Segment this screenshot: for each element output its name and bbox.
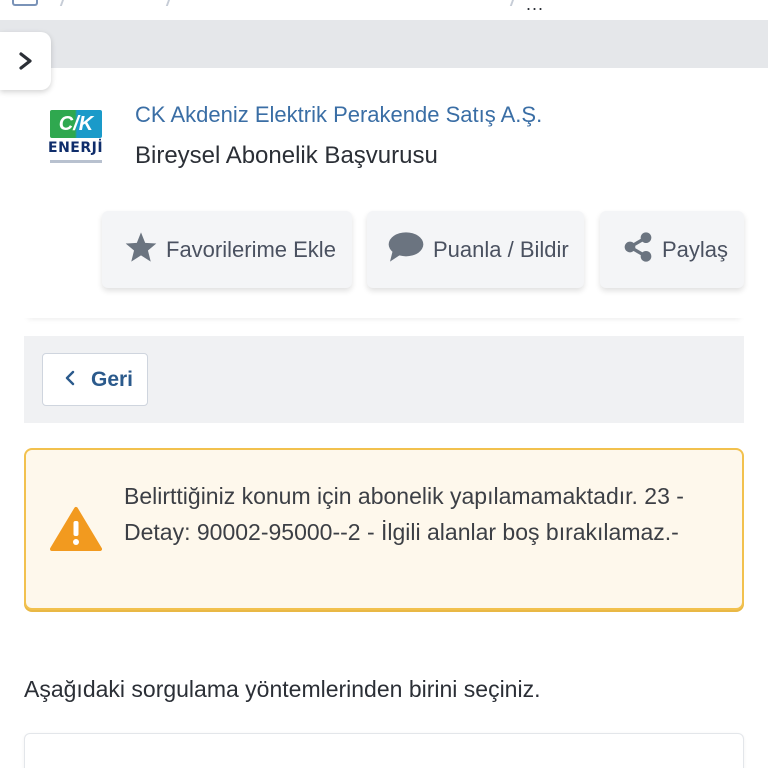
share-button[interactable]: Paylaş: [600, 211, 744, 288]
breadcrumb-separator: [509, 0, 517, 6]
add-favorite-button[interactable]: Favorilerime Ekle: [102, 211, 352, 288]
company-name-link[interactable]: CK Akdeniz Elektrik Perakende Satış A.Ş.: [135, 102, 542, 128]
company-logo: C/K ENERJİ: [46, 108, 106, 170]
page-header-band: [0, 20, 768, 68]
back-label: Geri: [91, 367, 134, 391]
share-label: Paylaş: [662, 236, 729, 262]
breadcrumb-separator: [59, 0, 67, 6]
breadcrumb: ...: [0, 0, 768, 20]
chevron-left-icon: [65, 368, 75, 392]
warning-triangle-icon: [50, 506, 102, 552]
sidebar-toggle-button[interactable]: [0, 32, 51, 90]
page-title: Bireysel Abonelik Başvurusu: [135, 142, 438, 169]
section-divider: [24, 308, 744, 318]
star-icon: [124, 231, 158, 269]
breadcrumb-ellipsis[interactable]: ...: [526, 0, 544, 15]
add-favorite-label: Favorilerime Ekle: [166, 236, 336, 262]
logo-wordmark: ENERJİ: [48, 140, 104, 156]
rate-report-label: Puanla / Bildir: [433, 236, 569, 262]
speech-bubble-icon: [387, 231, 425, 269]
logo-tagline: [50, 160, 102, 163]
query-method-card[interactable]: [24, 733, 744, 768]
share-icon: [622, 231, 654, 269]
back-button[interactable]: Geri: [42, 353, 148, 406]
warning-alert: Belirttiğiniz konum için abonelik yapıla…: [24, 448, 744, 610]
query-method-prompt: Aşağıdaki sorgulama yöntemlerinden birin…: [24, 676, 541, 702]
chevron-right-icon: [18, 52, 32, 70]
breadcrumb-separator: [165, 0, 173, 6]
logo-ck-mark: C/K: [50, 110, 102, 138]
rate-report-button[interactable]: Puanla / Bildir: [367, 211, 584, 288]
alert-message: Belirttiğiniz konum için abonelik yapıla…: [124, 483, 684, 545]
home-icon[interactable]: [12, 0, 38, 6]
